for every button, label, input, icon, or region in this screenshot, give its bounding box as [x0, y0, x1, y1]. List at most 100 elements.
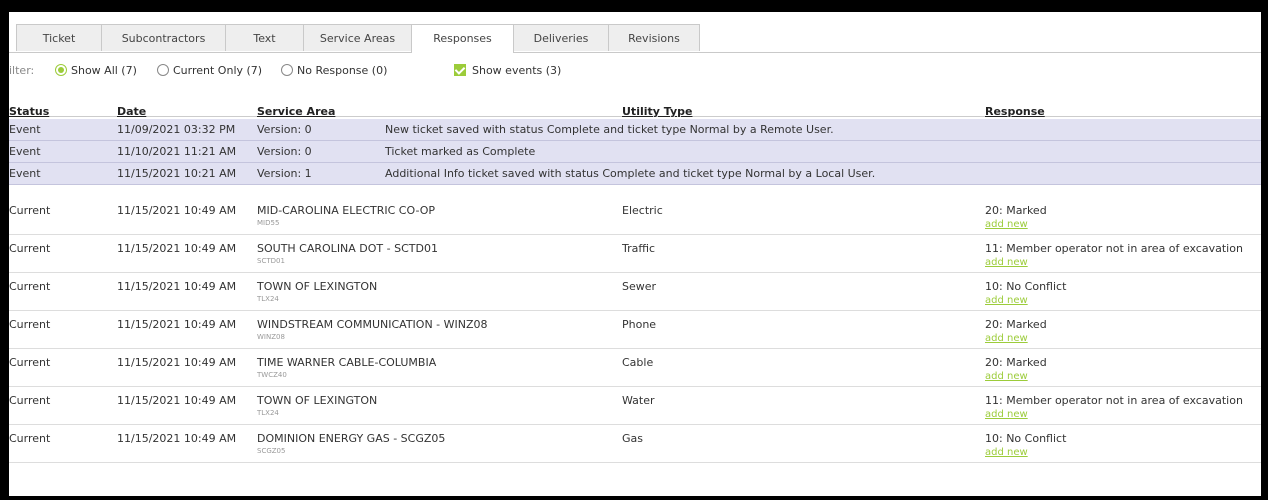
- row-date: 11/15/2021 10:49 AM: [117, 204, 237, 217]
- row-service-area: DOMINION ENERGY GAS - SCGZ05: [257, 432, 446, 445]
- row-status: Current: [9, 432, 51, 445]
- table-row: Current 11/15/2021 10:49 AM TIME WARNER …: [9, 350, 1261, 387]
- tab-service-areas[interactable]: Service Areas: [303, 24, 412, 51]
- add-new-link[interactable]: add new: [985, 257, 1028, 268]
- tab-ticket[interactable]: Ticket: [16, 24, 102, 51]
- row-utility-type: Traffic: [622, 242, 656, 255]
- row-utility-type: Gas: [622, 432, 643, 445]
- event-message: New ticket saved with status Complete an…: [385, 123, 834, 136]
- column-header-service-area[interactable]: Service Area: [257, 105, 335, 118]
- row-response: 20: Marked: [985, 356, 1047, 369]
- event-version: Version: 0: [257, 145, 312, 158]
- table-row: Current 11/15/2021 10:49 AM MID-CAROLINA…: [9, 198, 1261, 235]
- filter-current-only-label: Current Only (7): [173, 64, 263, 77]
- row-area-code: MID55: [257, 219, 280, 227]
- row-service-area: TIME WARNER CABLE-COLUMBIA: [257, 356, 437, 369]
- add-new-link[interactable]: add new: [985, 333, 1028, 344]
- tab-bar: Ticket Subcontractors Text Service Areas…: [9, 24, 1261, 53]
- row-response: 11: Member operator not in area of excav…: [985, 394, 1243, 407]
- event-row: Event 11/10/2021 11:21 AM Version: 0 Tic…: [9, 141, 1261, 163]
- row-service-area: SOUTH CAROLINA DOT - SCTD01: [257, 242, 438, 255]
- row-service-area: MID-CAROLINA ELECTRIC CO-OP: [257, 204, 436, 217]
- row-utility-type: Electric: [622, 204, 663, 217]
- row-response: 10: No Conflict: [985, 280, 1067, 293]
- checkbox-checked-icon[interactable]: [454, 64, 466, 76]
- row-area-code: TLX24: [257, 295, 279, 303]
- row-date: 11/15/2021 10:49 AM: [117, 280, 237, 293]
- filter-show-all-label: Show All (7): [71, 64, 137, 77]
- event-status: Event: [9, 145, 41, 158]
- column-header-status[interactable]: Status: [9, 105, 49, 118]
- row-utility-type: Phone: [622, 318, 657, 331]
- row-area-code: SCGZ05: [257, 447, 286, 455]
- event-message: Ticket marked as Complete: [385, 145, 536, 158]
- row-response: 20: Marked: [985, 318, 1047, 331]
- add-new-link[interactable]: add new: [985, 409, 1028, 420]
- tab-text[interactable]: Text: [225, 24, 304, 51]
- table-row: Current 11/15/2021 10:49 AM WINDSTREAM C…: [9, 312, 1261, 349]
- row-utility-type: Sewer: [622, 280, 657, 293]
- row-date: 11/15/2021 10:49 AM: [117, 318, 237, 331]
- filter-show-all[interactable]: Show All (7): [55, 62, 137, 80]
- row-service-area: TOWN OF LEXINGTON: [257, 394, 378, 407]
- row-area-code: WINZ08: [257, 333, 285, 341]
- filter-label: ilter:: [9, 64, 35, 77]
- row-service-area: TOWN OF LEXINGTON: [257, 280, 378, 293]
- event-status: Event: [9, 123, 41, 136]
- tab-revisions[interactable]: Revisions: [608, 24, 700, 51]
- radio-unchecked-icon[interactable]: [281, 64, 293, 76]
- table-row: Current 11/15/2021 10:49 AM DOMINION ENE…: [9, 426, 1261, 463]
- row-response: 11: Member operator not in area of excav…: [985, 242, 1243, 255]
- event-date: 11/10/2021 11:21 AM: [117, 145, 237, 158]
- event-message: Additional Info ticket saved with status…: [385, 167, 876, 180]
- add-new-link[interactable]: add new: [985, 295, 1028, 306]
- column-header-date[interactable]: Date: [117, 105, 146, 118]
- row-date: 11/15/2021 10:49 AM: [117, 394, 237, 407]
- add-new-link[interactable]: add new: [985, 447, 1028, 458]
- row-status: Current: [9, 280, 51, 293]
- row-area-code: SCTD01: [257, 257, 285, 265]
- row-response: 10: No Conflict: [985, 432, 1067, 445]
- filter-no-response[interactable]: No Response (0): [281, 62, 387, 80]
- event-version: Version: 1: [257, 167, 312, 180]
- radio-unchecked-icon[interactable]: [157, 64, 169, 76]
- row-utility-type: Water: [622, 394, 655, 407]
- row-date: 11/15/2021 10:49 AM: [117, 356, 237, 369]
- add-new-link[interactable]: add new: [985, 371, 1028, 382]
- row-date: 11/15/2021 10:49 AM: [117, 432, 237, 445]
- event-status: Event: [9, 167, 41, 180]
- row-utility-type: Cable: [622, 356, 654, 369]
- tab-deliveries[interactable]: Deliveries: [513, 24, 609, 51]
- responses-panel: Ticket Subcontractors Text Service Areas…: [9, 12, 1261, 496]
- event-version: Version: 0: [257, 123, 312, 136]
- table-row: Current 11/15/2021 10:49 AM TOWN OF LEXI…: [9, 274, 1261, 311]
- row-status: Current: [9, 356, 51, 369]
- tab-responses[interactable]: Responses: [411, 24, 514, 53]
- filter-no-response-label: No Response (0): [297, 64, 388, 77]
- row-status: Current: [9, 204, 51, 217]
- row-service-area: WINDSTREAM COMMUNICATION - WINZ08: [257, 318, 488, 331]
- row-response: 20: Marked: [985, 204, 1047, 217]
- show-events-toggle[interactable]: Show events (3): [454, 62, 561, 80]
- row-date: 11/15/2021 10:49 AM: [117, 242, 237, 255]
- event-date: 11/15/2021 10:21 AM: [117, 167, 237, 180]
- column-header-response[interactable]: Response: [985, 105, 1045, 118]
- add-new-link[interactable]: add new: [985, 219, 1028, 230]
- table-row: Current 11/15/2021 10:49 AM SOUTH CAROLI…: [9, 236, 1261, 273]
- table-row: Current 11/15/2021 10:49 AM TOWN OF LEXI…: [9, 388, 1261, 425]
- tab-subcontractors[interactable]: Subcontractors: [101, 24, 226, 51]
- row-status: Current: [9, 318, 51, 331]
- row-area-code: TLX24: [257, 409, 279, 417]
- radio-checked-icon[interactable]: [55, 64, 67, 76]
- event-date: 11/09/2021 03:32 PM: [117, 123, 236, 136]
- row-status: Current: [9, 394, 51, 407]
- filter-bar: ilter: Show All (7) Current Only (7) No …: [9, 62, 1261, 80]
- table-header: Status Date Service Area Utility Type Re…: [9, 92, 1261, 118]
- row-status: Current: [9, 242, 51, 255]
- event-row: Event 11/15/2021 10:21 AM Version: 1 Add…: [9, 163, 1261, 185]
- filter-current-only[interactable]: Current Only (7): [157, 62, 262, 80]
- column-header-utility-type[interactable]: Utility Type: [622, 105, 692, 118]
- row-area-code: TWCZ40: [257, 371, 287, 379]
- show-events-label: Show events (3): [472, 64, 562, 77]
- event-row: Event 11/09/2021 03:32 PM Version: 0 New…: [9, 119, 1261, 141]
